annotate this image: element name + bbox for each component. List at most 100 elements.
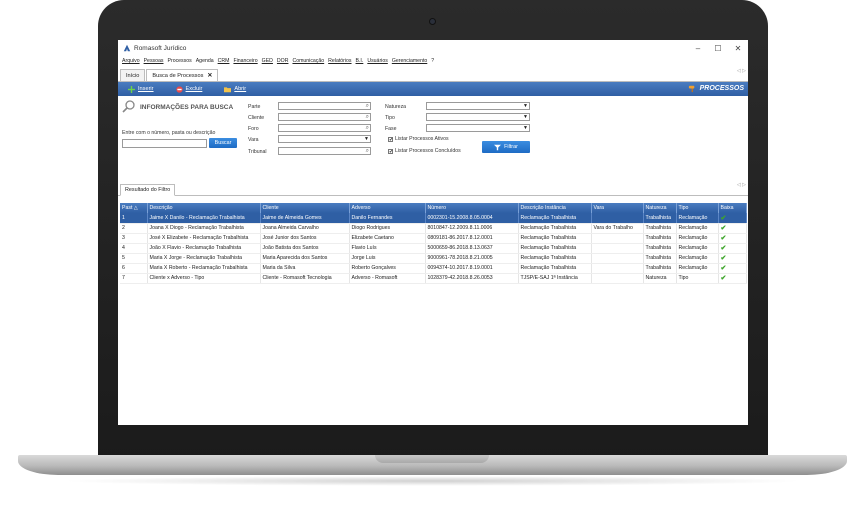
filter-button[interactable]: Filtrar — [482, 141, 530, 153]
col-pasta-header[interactable]: Past △ — [120, 203, 148, 213]
col-instancia-header[interactable]: Descrição Instância — [518, 203, 592, 213]
natureza-select[interactable]: ▼ — [426, 102, 530, 110]
cell-numero: 9000961-78.2018.8.21.0005 — [425, 253, 519, 264]
cell-cliente: Maria da Silva — [260, 263, 350, 274]
cell-tipo: Reclamação — [676, 223, 719, 234]
tab-scroll-arrows-icon[interactable]: ◁ ▷ — [737, 68, 746, 74]
parte-field[interactable]: ⌕ — [278, 102, 371, 110]
cell-vara — [591, 263, 644, 274]
table-row[interactable]: 3 José X Elizabete - Reclamação Trabalhi… — [120, 233, 747, 244]
col-cliente-header[interactable]: Cliente — [260, 203, 350, 213]
col-baixa-header[interactable]: Baixa — [718, 203, 747, 213]
results-scroll-arrows-icon[interactable]: ◁ ▷ — [737, 182, 746, 188]
vara-label: Vara — [248, 137, 259, 143]
menu-comunicacao[interactable]: Comunicação — [292, 58, 324, 64]
app-title: Romasoft Jurídico — [134, 44, 187, 52]
cell-pasta: 7 — [120, 273, 148, 284]
search-title: INFORMAÇÕES PARA BUSCA — [140, 103, 234, 111]
gavel-icon — [688, 85, 694, 93]
cell-tipo: Reclamação — [676, 253, 719, 264]
tab-close-icon[interactable]: ✕ — [207, 72, 212, 79]
dropdown-arrow-icon: ▼ — [523, 103, 528, 109]
menu-agenda[interactable]: Agenda — [196, 58, 214, 64]
col-descricao-header[interactable]: Descrição — [147, 203, 261, 213]
tab-busca-processos[interactable]: Busca de Processos ✕ — [146, 69, 219, 81]
menu-processos[interactable]: Processos — [168, 58, 192, 64]
minimize-button[interactable]: – — [688, 44, 708, 53]
menu-ged[interactable]: GED — [262, 58, 273, 64]
cell-cliente: João Batista dos Santos — [260, 243, 350, 254]
search-icon[interactable]: ⌕ — [366, 103, 369, 110]
cell-natureza: Trabalhista — [643, 243, 677, 254]
col-natureza-header[interactable]: Natureza — [643, 203, 677, 213]
table-row[interactable]: 4 João X Flavio - Reclamação Trabalhista… — [120, 243, 747, 254]
folder-icon — [224, 86, 232, 92]
tab-inicio-label: Início — [126, 72, 140, 79]
cell-natureza: Trabalhista — [643, 233, 677, 244]
col-vara-header[interactable]: Vara — [591, 203, 644, 213]
document-tabs: Início Busca de Processos ✕ ◁ ▷ — [118, 66, 748, 82]
col-adverso-header[interactable]: Adverso — [349, 203, 426, 213]
tab-resultado-filtro[interactable]: Resultado do Filtro — [120, 184, 176, 196]
search-hint: Entre com o número, pasta ou descrição — [122, 130, 216, 136]
cliente-field[interactable]: ⌕ — [278, 113, 371, 121]
cell-cliente: Joana Almeida Carvalho — [260, 223, 350, 234]
parte-label: Parte — [248, 104, 261, 110]
active-processes-checkbox[interactable]: ✔ Listar Processos Ativos — [388, 136, 449, 142]
cell-instancia: Reclamação Trabalhista — [518, 233, 592, 244]
foro-field[interactable]: ⌕ — [278, 124, 371, 132]
close-button[interactable]: ✕ — [728, 44, 748, 53]
dropdown-arrow-icon: ▼ — [523, 114, 528, 120]
col-numero-header[interactable]: Número — [425, 203, 519, 213]
cell-instancia: Reclamação Trabalhista — [518, 243, 592, 254]
menu-usuarios[interactable]: Usuários — [367, 58, 387, 64]
cell-tipo: Reclamação — [676, 233, 719, 244]
table-row[interactable]: 6 Maria X Roberto - Reclamação Trabalhis… — [120, 263, 747, 274]
table-row[interactable]: 7 Cliente x Adverso - Tipo Cliente - Rom… — [120, 273, 747, 284]
vara-select[interactable]: ▼ — [278, 135, 371, 143]
done-processes-checkbox[interactable]: ✔ Listar Processos Concluídos — [388, 148, 461, 154]
table-row[interactable]: 2 Joana X Diogo - Reclamação Trabalhista… — [120, 223, 747, 234]
cell-pasta: 2 — [120, 223, 148, 234]
open-button[interactable]: Abrir — [224, 86, 246, 93]
tipo-select[interactable]: ▼ — [426, 113, 530, 121]
cell-pasta: 6 — [120, 263, 148, 274]
open-label: Abrir — [234, 86, 247, 92]
cell-pasta: 4 — [120, 243, 148, 254]
menu-crm[interactable]: CRM — [218, 58, 230, 64]
menu-financeiro[interactable]: Financeiro — [233, 58, 257, 64]
search-button[interactable]: Buscar — [209, 138, 237, 148]
search-input[interactable] — [122, 139, 207, 148]
maximize-button[interactable]: ☐ — [708, 44, 728, 53]
toolbar: Inserir Excluir Abrir PROCESSOS — [118, 82, 748, 96]
menu-arquivo[interactable]: Arquivo — [122, 58, 140, 64]
insert-button[interactable]: Inserir — [128, 85, 154, 93]
cell-tipo: Reclamação — [676, 243, 719, 254]
menu-bi[interactable]: B.I. — [356, 58, 364, 64]
col-tipo-header[interactable]: Tipo — [676, 203, 719, 213]
module-indicator: PROCESSOS — [688, 84, 744, 93]
search-icon[interactable]: ⌕ — [366, 148, 369, 155]
cell-cliente: Cliente - Romasoft Tecnologia — [260, 273, 350, 284]
cell-descricao: Maria X Roberto - Reclamação Trabalhista — [147, 263, 261, 274]
tab-inicio[interactable]: Início — [120, 69, 146, 81]
cell-cliente: Maria Aparecida dos Santos — [260, 253, 350, 264]
search-icon[interactable]: ⌕ — [366, 114, 369, 121]
table-row[interactable]: 1 Jaime X Danilo - Reclamação Trabalhist… — [120, 213, 747, 224]
funnel-icon — [494, 144, 502, 150]
fase-select[interactable]: ▼ — [426, 124, 530, 132]
menu-pessoas[interactable]: Pessoas — [144, 58, 164, 64]
tribunal-field[interactable]: ⌕ — [278, 147, 371, 155]
check-icon: ✔ — [720, 255, 727, 262]
laptop-notch — [375, 455, 489, 463]
menu-relatorios[interactable]: Relatórios — [328, 58, 351, 64]
delete-button[interactable]: Excluir — [175, 85, 202, 93]
table-row[interactable]: 5 Maria X Jorge - Reclamação Trabalhista… — [120, 253, 747, 264]
search-icon[interactable]: ⌕ — [366, 125, 369, 132]
menu-help[interactable]: ? — [431, 58, 434, 64]
cell-pasta: 5 — [120, 253, 148, 264]
menu-gerenciamento[interactable]: Gerenciamento — [392, 58, 427, 64]
menu-dor[interactable]: DOR — [277, 58, 289, 64]
cell-descricao: Jaime X Danilo - Reclamação Trabalhista — [147, 213, 261, 224]
results-area: Resultado do Filtro ◁ ▷ Past △ Descrição… — [118, 178, 748, 284]
